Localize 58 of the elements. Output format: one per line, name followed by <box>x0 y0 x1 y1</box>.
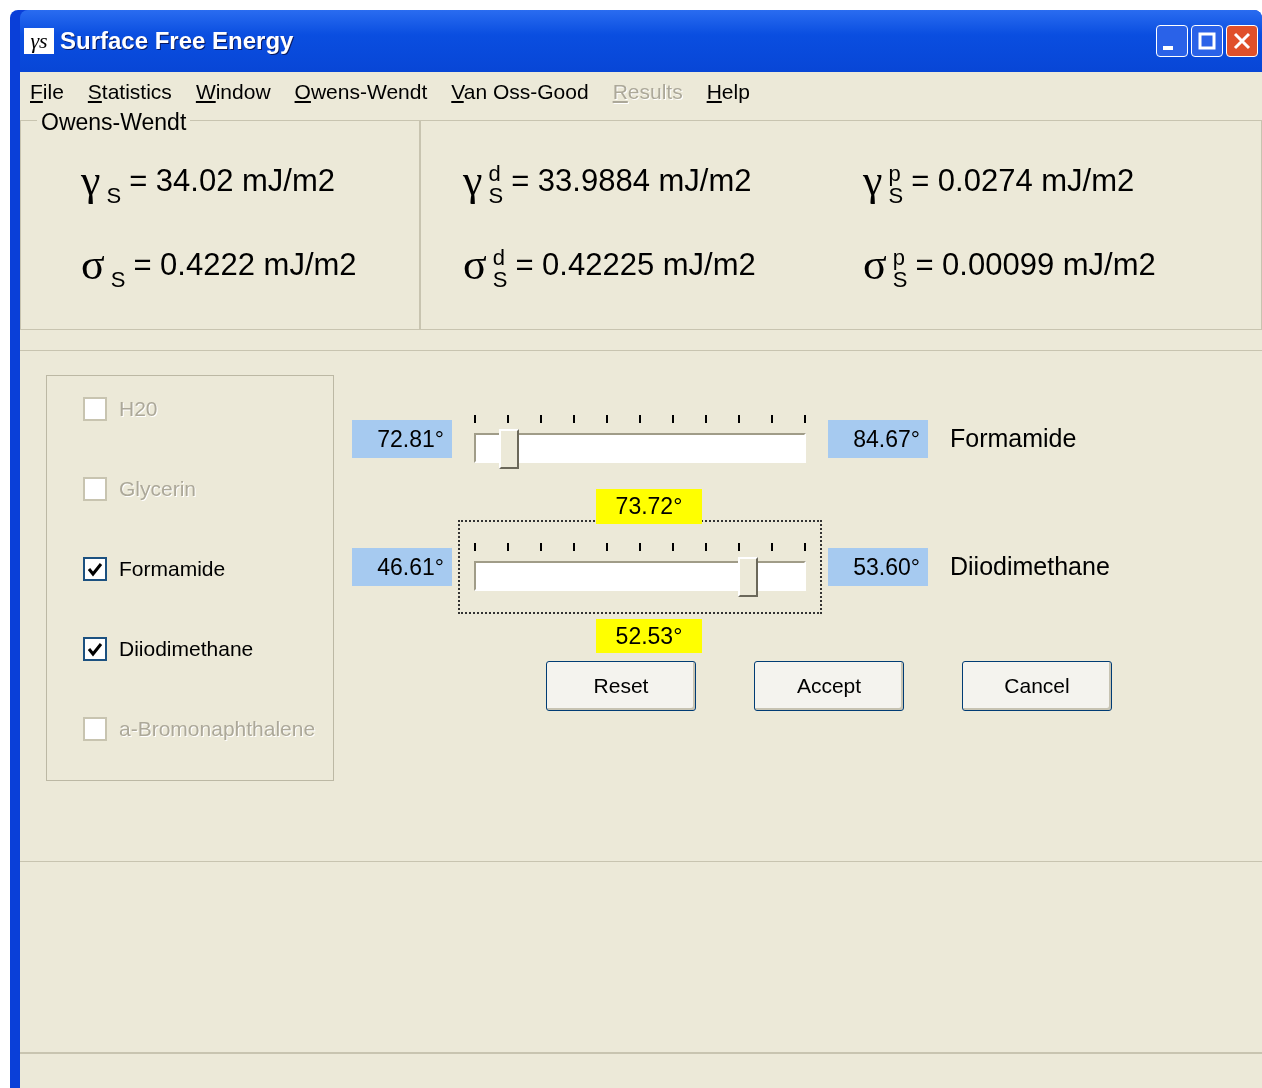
checkbox[interactable] <box>83 637 107 661</box>
check-icon <box>87 561 103 577</box>
tick-mark <box>639 415 641 423</box>
slider-thumb[interactable] <box>498 429 519 469</box>
tick-mark <box>639 543 641 551</box>
menu-item[interactable]: Statistics <box>87 76 172 108</box>
tick-mark <box>540 415 542 423</box>
menu-item[interactable]: Help <box>706 76 750 108</box>
checkbox-label: H20 <box>119 396 158 423</box>
maximize-icon <box>1196 30 1218 52</box>
value-label: 73.72° <box>596 489 702 524</box>
check-icon <box>87 641 103 657</box>
menu-item[interactable]: Owens-Wendt <box>294 76 428 108</box>
slider-thumb[interactable] <box>738 557 759 597</box>
close-icon <box>1231 30 1253 52</box>
liquid-name: Diiodimethane <box>950 551 1110 583</box>
tick-mark <box>672 543 674 551</box>
checkbox-label: Formamide <box>119 556 226 583</box>
tick-mark <box>606 415 608 423</box>
min-value: 72.81° <box>352 419 452 459</box>
tick-mark <box>507 415 509 423</box>
tick-mark <box>804 543 806 551</box>
checkbox-label: Diiodimethane <box>119 636 254 663</box>
window-title: Surface Free Energy <box>60 26 294 56</box>
tick-mark <box>738 543 740 551</box>
checkbox-label: Glycerin <box>119 476 197 503</box>
minimize-icon <box>1163 46 1173 50</box>
tick-mark <box>573 415 575 423</box>
close-button[interactable] <box>1226 25 1258 57</box>
checkbox[interactable] <box>83 557 107 581</box>
tick-mark <box>771 415 773 423</box>
menu-item[interactable]: Window <box>195 76 271 108</box>
value-label: 52.53° <box>596 618 702 653</box>
max-value: 53.60° <box>828 547 928 587</box>
tick-mark <box>672 415 674 423</box>
tick-mark <box>606 543 608 551</box>
tick-mark <box>738 415 740 423</box>
checkbox-label: a-Bromonaphthalene <box>119 716 316 743</box>
menu-item[interactable]: Van Oss-Good <box>451 76 589 108</box>
tick-mark <box>540 543 542 551</box>
tick-mark <box>705 415 707 423</box>
dialog-button[interactable]: Reset <box>546 661 696 711</box>
liquid-name: Formamide <box>950 423 1077 455</box>
min-value: 46.61° <box>352 547 452 587</box>
tick-mark <box>474 415 476 423</box>
dialog-button[interactable]: Cancel <box>962 661 1112 711</box>
dialog-button[interactable]: Accept <box>754 661 904 711</box>
tick-mark <box>507 543 509 551</box>
menu-item[interactable]: File <box>30 76 64 108</box>
tick-mark <box>771 543 773 551</box>
tick-mark <box>474 543 476 551</box>
maximize-button[interactable] <box>1191 25 1223 57</box>
app-icon: γs <box>24 28 54 54</box>
minimize-button[interactable] <box>1156 25 1188 57</box>
tick-mark <box>573 543 575 551</box>
max-value: 84.67° <box>828 419 928 459</box>
tick-mark <box>804 415 806 423</box>
tick-mark <box>705 543 707 551</box>
